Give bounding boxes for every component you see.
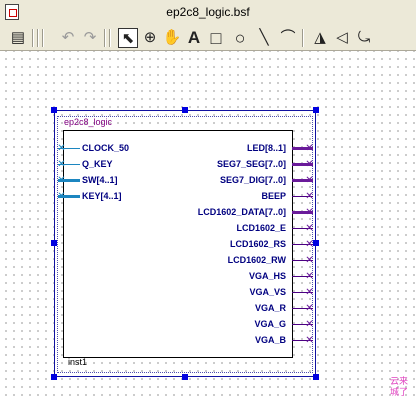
input-pin-connector[interactable]: ✕ xyxy=(57,160,66,170)
toolbar-separator xyxy=(302,29,304,47)
watermark-logo: 云 来 城 了 xyxy=(390,376,408,398)
output-pin-label[interactable]: VGA_HS xyxy=(249,271,286,282)
output-pin-connector[interactable]: ✕ xyxy=(305,304,314,314)
output-pin-label[interactable]: LED[8..1] xyxy=(247,143,286,154)
input-pin-connector[interactable]: ✕ xyxy=(57,192,66,202)
output-pin-connector[interactable]: ✕ xyxy=(305,320,314,330)
output-pin-connector[interactable]: ✕ xyxy=(305,272,314,282)
flip-vertical-icon[interactable]: ◁ xyxy=(332,28,352,48)
resize-handle-bottom-left[interactable] xyxy=(51,374,57,380)
input-pin-label[interactable]: CLOCK_50 xyxy=(82,143,129,154)
output-pin-label[interactable]: VGA_B xyxy=(255,335,286,346)
output-pin-connector[interactable]: ✕ xyxy=(305,208,314,218)
symbol-editor-toolbar: ▤ ↶ ↷ ⬉ ⊕ ✋ A □ ○ ╲ ⌒ ◮ ◁ ⤿ xyxy=(0,26,416,51)
hand-tool-icon[interactable]: ✋ xyxy=(162,28,182,48)
title-bar: ep2c8_logic.bsf xyxy=(0,0,416,27)
output-pin-label[interactable]: LCD1602_RW xyxy=(228,255,286,266)
watermark-char: 云 xyxy=(390,376,400,386)
resize-handle-bottom-right[interactable] xyxy=(313,374,319,380)
window-title: ep2c8_logic.bsf xyxy=(166,5,250,19)
rectangle-tool-icon[interactable]: □ xyxy=(206,28,226,48)
ellipse-tool-icon[interactable]: ○ xyxy=(230,28,250,48)
output-pin-connector[interactable]: ✕ xyxy=(305,192,314,202)
redo-icon[interactable]: ↷ xyxy=(80,28,100,48)
input-pin-connector[interactable]: ✕ xyxy=(57,176,66,186)
output-pin-connector[interactable]: ✕ xyxy=(305,336,314,346)
flip-horizontal-icon[interactable]: ◮ xyxy=(310,28,330,48)
selection-tool-icon[interactable]: ⬉ xyxy=(118,28,138,48)
watermark-char: 来 xyxy=(399,376,409,386)
output-pin-label[interactable]: VGA_G xyxy=(254,319,286,330)
undo-icon[interactable]: ↶ xyxy=(58,28,78,48)
output-pin-connector[interactable]: ✕ xyxy=(305,224,314,234)
input-pin-label[interactable]: SW[4..1] xyxy=(82,175,118,186)
output-pin-label[interactable]: VGA_R xyxy=(255,303,286,314)
text-tool-icon[interactable]: A xyxy=(184,28,204,48)
arc-tool-icon[interactable]: ⌒ xyxy=(278,28,298,48)
resize-handle-top-left[interactable] xyxy=(51,107,57,113)
line-tool-icon[interactable]: ╲ xyxy=(254,28,274,48)
output-pin-label[interactable]: LCD1602_RS xyxy=(230,239,286,250)
output-pin-connector[interactable]: ✕ xyxy=(305,160,314,170)
watermark-char: 了 xyxy=(399,387,409,397)
toolbar-separator xyxy=(37,29,39,47)
input-pin-connector[interactable]: ✕ xyxy=(57,144,66,154)
output-pin-connector[interactable]: ✕ xyxy=(305,176,314,186)
output-pin-connector[interactable]: ✕ xyxy=(305,256,314,266)
output-pin-connector[interactable]: ✕ xyxy=(305,288,314,298)
output-pin-connector[interactable]: ✕ xyxy=(305,240,314,250)
symbol-name[interactable]: ep2c8_logic xyxy=(64,117,112,127)
instance-name[interactable]: inst1 xyxy=(68,357,87,367)
toolbar-separator xyxy=(109,29,111,47)
resize-handle-top[interactable] xyxy=(182,107,188,113)
output-pin-label[interactable]: LCD1602_DATA[7..0] xyxy=(198,207,286,218)
toolbar-separator xyxy=(104,29,106,47)
output-pin-label[interactable]: SEG7_SEG[7..0] xyxy=(217,159,286,170)
block-properties-icon[interactable]: ▤ xyxy=(8,28,28,48)
output-pin-label[interactable]: LCD1602_E xyxy=(236,223,286,234)
toolbar-separator xyxy=(42,29,44,47)
output-pin-label[interactable]: BEEP xyxy=(261,191,286,202)
rotate-icon[interactable]: ⤿ xyxy=(354,28,374,48)
resize-handle-bottom[interactable] xyxy=(182,374,188,380)
zoom-tool-icon[interactable]: ⊕ xyxy=(140,28,160,48)
resize-handle-top-right[interactable] xyxy=(313,107,319,113)
input-pin-label[interactable]: KEY[4..1] xyxy=(82,191,122,202)
output-pin-label[interactable]: VGA_VS xyxy=(249,287,286,298)
watermark-char: 城 xyxy=(390,387,400,397)
output-pin-connector[interactable]: ✕ xyxy=(305,144,314,154)
toolbar-separator xyxy=(32,29,34,47)
resize-handle-left[interactable] xyxy=(51,240,57,246)
input-pin-label[interactable]: Q_KEY xyxy=(82,159,113,170)
output-pin-label[interactable]: SEG7_DIG[7..0] xyxy=(220,175,286,186)
